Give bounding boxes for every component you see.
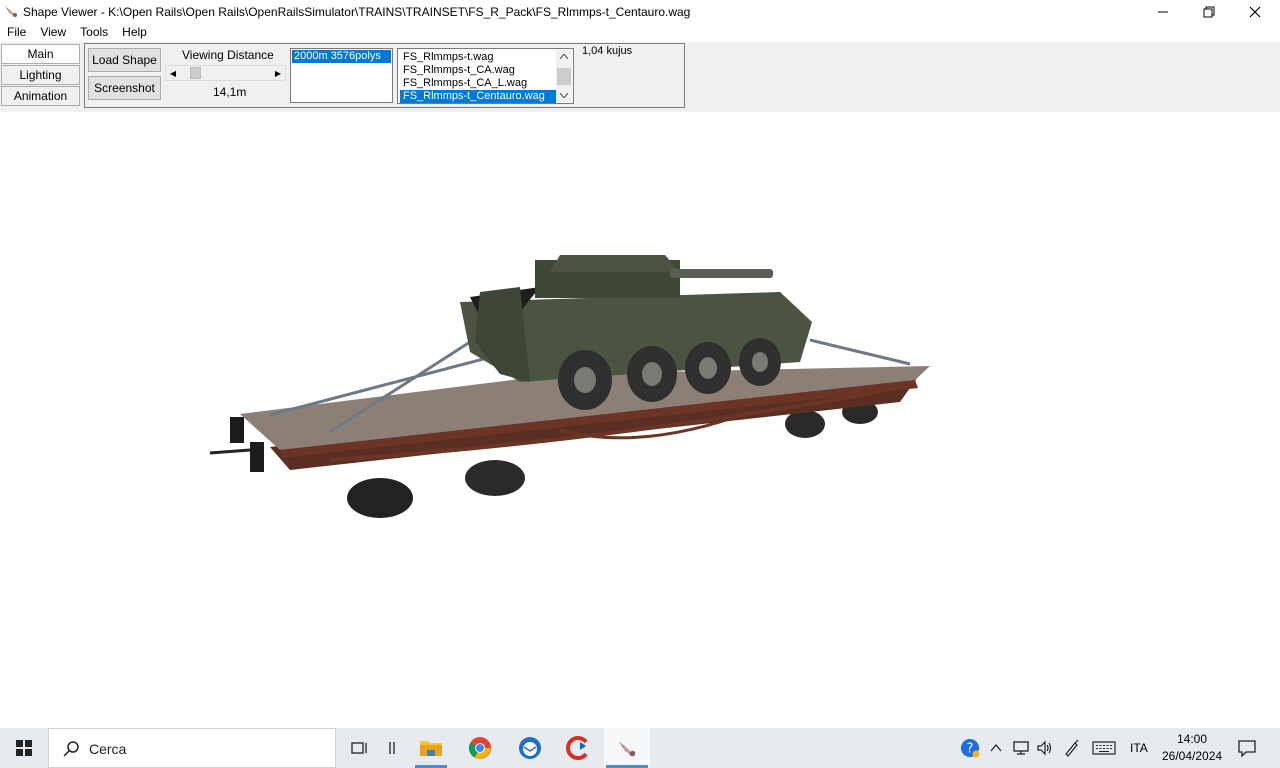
viewing-distance-slider[interactable]: ◀ ▶ bbox=[165, 65, 286, 81]
wagon-render bbox=[209, 255, 930, 518]
scroll-left-icon[interactable]: ◀ bbox=[166, 66, 180, 80]
help-icon: ? bbox=[961, 739, 980, 758]
fps-readout: 1,04 kujus bbox=[582, 45, 633, 57]
clock-time[interactable]: 14:00 bbox=[1177, 732, 1207, 746]
network-icon bbox=[1013, 741, 1029, 755]
start-button[interactable] bbox=[0, 728, 48, 768]
scroll-up-icon[interactable] bbox=[556, 50, 572, 63]
keyboard-icon bbox=[1092, 741, 1116, 755]
file-item[interactable]: FS_Rlmmps-t_CA_L.wag bbox=[400, 77, 556, 90]
taskbar-chrome[interactable] bbox=[460, 728, 500, 768]
scrollbar-thumb[interactable] bbox=[557, 68, 571, 85]
viewing-distance-value: 14,1m bbox=[213, 85, 247, 99]
notification-icon bbox=[1238, 740, 1256, 757]
scroll-right-icon[interactable]: ▶ bbox=[271, 66, 285, 80]
task-view-icon bbox=[351, 742, 367, 754]
slider-thumb[interactable] bbox=[190, 67, 202, 79]
ccleaner-icon bbox=[566, 736, 588, 760]
clock-date[interactable]: 26/04/2024 bbox=[1162, 749, 1222, 763]
taskbar-shape-viewer[interactable] bbox=[604, 728, 650, 768]
tool-panel: Main Lighting Animation Load Shape Scree… bbox=[0, 42, 1280, 112]
screenshot-button[interactable]: Screenshot bbox=[88, 76, 161, 100]
help-tray[interactable]: ? bbox=[958, 728, 982, 768]
widgets-button[interactable] bbox=[380, 728, 404, 768]
taskbar-thunderbird[interactable] bbox=[510, 728, 550, 768]
language-indicator[interactable]: ITA bbox=[1130, 741, 1148, 755]
chevron-up-icon bbox=[990, 744, 1002, 752]
close-icon bbox=[1249, 6, 1261, 17]
show-hidden-icons[interactable] bbox=[986, 728, 1006, 768]
load-shape-button[interactable]: Load Shape bbox=[88, 48, 161, 72]
notifications-button[interactable] bbox=[1232, 728, 1262, 768]
search-icon bbox=[63, 741, 79, 757]
task-view-button[interactable] bbox=[345, 728, 375, 768]
taskbar-file-explorer[interactable] bbox=[412, 728, 450, 768]
pen-icon bbox=[1065, 739, 1079, 757]
volume-tray[interactable] bbox=[1034, 728, 1056, 768]
file-list-scrollbar[interactable] bbox=[556, 50, 572, 102]
folder-icon bbox=[420, 741, 442, 756]
chrome-icon bbox=[469, 737, 491, 759]
svg-text:?: ? bbox=[967, 742, 974, 757]
shape-viewer-icon bbox=[618, 741, 636, 757]
app-icon bbox=[5, 6, 17, 17]
menu-help[interactable]: Help bbox=[115, 23, 154, 42]
lod-item[interactable]: 2000m 3576polys bbox=[292, 50, 391, 63]
network-tray[interactable] bbox=[1010, 728, 1032, 768]
viewing-distance-label: Viewing Distance bbox=[182, 48, 274, 62]
pen-tray[interactable] bbox=[1060, 728, 1084, 768]
tab-main[interactable]: Main bbox=[1, 44, 80, 64]
tab-lighting[interactable]: Lighting bbox=[1, 65, 80, 85]
menu-bar: File View Tools Help bbox=[0, 23, 1280, 42]
lod-list[interactable]: 2000m 3576polys bbox=[290, 48, 393, 103]
taskbar-search[interactable]: Cerca bbox=[48, 728, 336, 768]
thunderbird-icon bbox=[519, 737, 541, 759]
restore-icon bbox=[1203, 6, 1215, 17]
tab-animation[interactable]: Animation bbox=[1, 86, 80, 106]
menu-view[interactable]: View bbox=[33, 23, 73, 42]
restore-button[interactable] bbox=[1186, 0, 1232, 23]
taskbar: Cerca ? ITA 14:00 26/04/2024 bbox=[0, 728, 1280, 768]
3d-viewport[interactable] bbox=[0, 112, 1280, 728]
menu-tools[interactable]: Tools bbox=[73, 23, 115, 42]
title-bar: Shape Viewer - K:\Open Rails\Open Rails\… bbox=[0, 0, 1280, 23]
file-list[interactable]: FS_Rlmmps-t.wag FS_Rlmmps-t_CA.wag FS_Rl… bbox=[397, 48, 574, 104]
close-button[interactable] bbox=[1232, 0, 1278, 23]
touch-keyboard-tray[interactable] bbox=[1090, 728, 1118, 768]
pause-icon bbox=[389, 742, 395, 754]
file-item[interactable]: FS_Rlmmps-t_CA.wag bbox=[400, 64, 556, 77]
scroll-down-icon[interactable] bbox=[556, 89, 572, 102]
minimize-button[interactable] bbox=[1140, 0, 1186, 23]
speaker-icon bbox=[1037, 740, 1052, 756]
window-title: Shape Viewer - K:\Open Rails\Open Rails\… bbox=[23, 5, 691, 19]
menu-file[interactable]: File bbox=[0, 23, 33, 42]
file-item[interactable]: FS_Rlmmps-t.wag bbox=[400, 51, 556, 64]
search-placeholder: Cerca bbox=[89, 741, 127, 757]
minimize-icon bbox=[1158, 11, 1168, 12]
windows-icon bbox=[16, 740, 32, 756]
file-item-selected[interactable]: FS_Rlmmps-t_Centauro.wag bbox=[400, 90, 556, 103]
taskbar-ccleaner[interactable] bbox=[558, 728, 598, 768]
